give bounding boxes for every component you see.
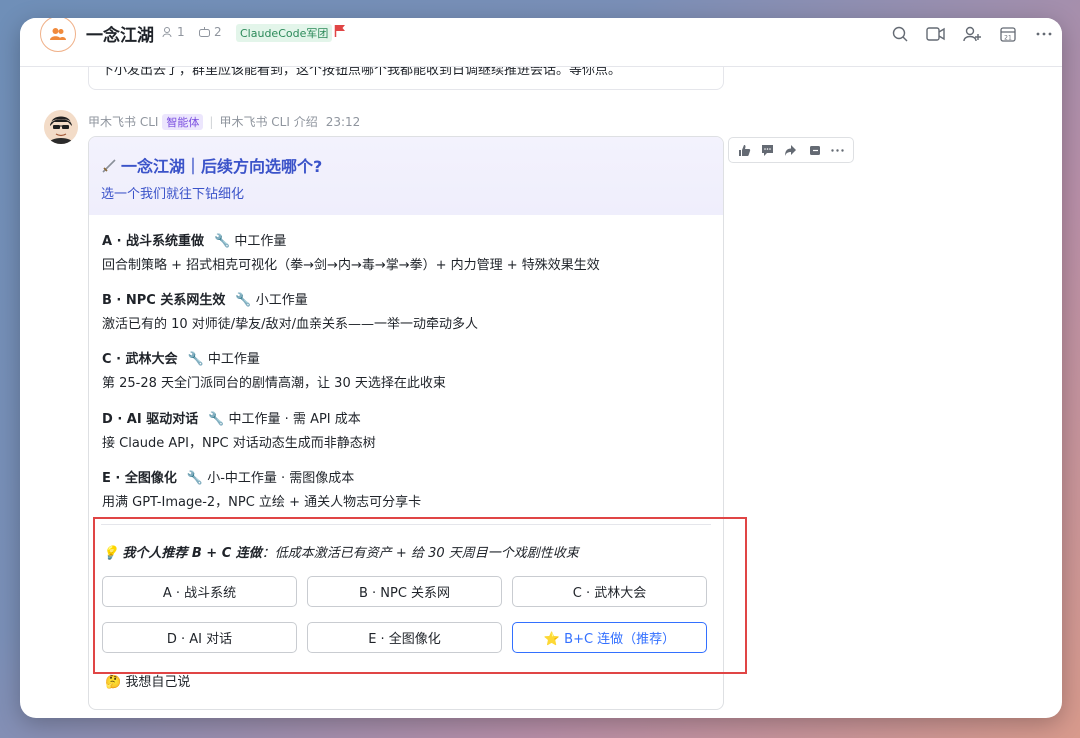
bot-count[interactable]: 2	[198, 25, 222, 39]
message-time: 23:12	[325, 114, 361, 129]
sender-avatar[interactable]	[44, 110, 78, 144]
bot-badge: 智能体	[162, 113, 204, 130]
chat-window: 一念江湖 1 2 ClaudeCode军团 21 下小发出去了，群里应该能看到，…	[20, 18, 1062, 718]
header-toolbar: 21	[882, 22, 1062, 46]
group-avatar[interactable]	[40, 18, 76, 52]
bot-count-value: 2	[214, 25, 222, 39]
more-actions-icon[interactable]	[827, 140, 847, 160]
thumbs-up-icon[interactable]	[735, 140, 755, 160]
option-b-desc: 激活已有的 10 对师徒/挚友/敌对/血亲关系——一举一动牵动多人	[102, 317, 478, 332]
search-chat-icon[interactable]	[882, 22, 918, 46]
option-c-desc: 第 25-28 天全门派同台的剧情高潮，让 30 天选择在此收束	[102, 376, 446, 391]
sender-info: 甲木飞书 CLI 智能体 | 甲木飞书 CLI 介绍 23:12	[88, 113, 360, 130]
option-b-title: B · NPC 关系网生效 🔧 小工作量	[102, 293, 308, 308]
add-member-icon[interactable]	[954, 22, 990, 46]
sender-description: 甲木飞书 CLI 介绍	[219, 115, 318, 129]
card-subtitle: 选一个我们就往下钻细化	[101, 187, 245, 202]
chat-header: 一念江湖 1 2 ClaudeCode军团 21	[20, 18, 1062, 67]
group-title[interactable]: 一念江湖	[86, 21, 154, 46]
card-title: 一念江湖｜后续方向选哪个?	[101, 153, 322, 177]
option-d-title: D · AI 驱动对话 🔧 中工作量 · 需 API 成本	[102, 412, 361, 427]
option-e-desc: 用满 GPT-Image-2，NPC 立绘 + 通关人物志可分享卡	[102, 495, 422, 510]
svg-text:21: 21	[1004, 35, 1012, 42]
option-d-desc: 接 Claude API，NPC 对话动态生成而非静态树	[102, 436, 376, 451]
sword-icon	[102, 159, 116, 173]
highlight-box	[93, 517, 747, 674]
separator: |	[209, 114, 214, 129]
card-header: 一念江湖｜后续方向选哪个? 选一个我们就往下钻细化	[89, 137, 723, 215]
message-actions	[728, 137, 854, 163]
calendar-icon[interactable]: 21	[990, 22, 1026, 46]
option-a-desc: 回合制策略 + 招式相克可视化（拳→剑→内→毒→掌→拳）+ 内力管理 + 特殊效…	[102, 258, 600, 273]
group-icon	[50, 28, 66, 40]
robot-icon	[199, 27, 210, 37]
quote-icon[interactable]	[804, 140, 824, 160]
more-icon[interactable]	[1026, 22, 1062, 46]
video-call-icon[interactable]	[918, 22, 954, 46]
option-e-title: E · 全图像化 🔧 小-中工作量 · 需图像成本	[102, 471, 355, 486]
members-icon	[162, 27, 172, 38]
group-tag[interactable]: ClaudeCode军团	[236, 24, 333, 42]
forward-icon[interactable]	[781, 140, 801, 160]
option-a-title: A · 战斗系统重做 🔧 中工作量	[102, 234, 287, 249]
flag-icon[interactable]	[334, 24, 346, 38]
reply-icon[interactable]	[758, 140, 778, 160]
member-count[interactable]: 1	[162, 25, 185, 39]
option-c-title: C · 武林大会 🔧 中工作量	[102, 352, 260, 367]
sender-name[interactable]: 甲木飞书 CLI	[88, 113, 158, 130]
member-count-value: 1	[177, 25, 185, 39]
card-title-text: 一念江湖｜后续方向选哪个?	[121, 157, 323, 176]
